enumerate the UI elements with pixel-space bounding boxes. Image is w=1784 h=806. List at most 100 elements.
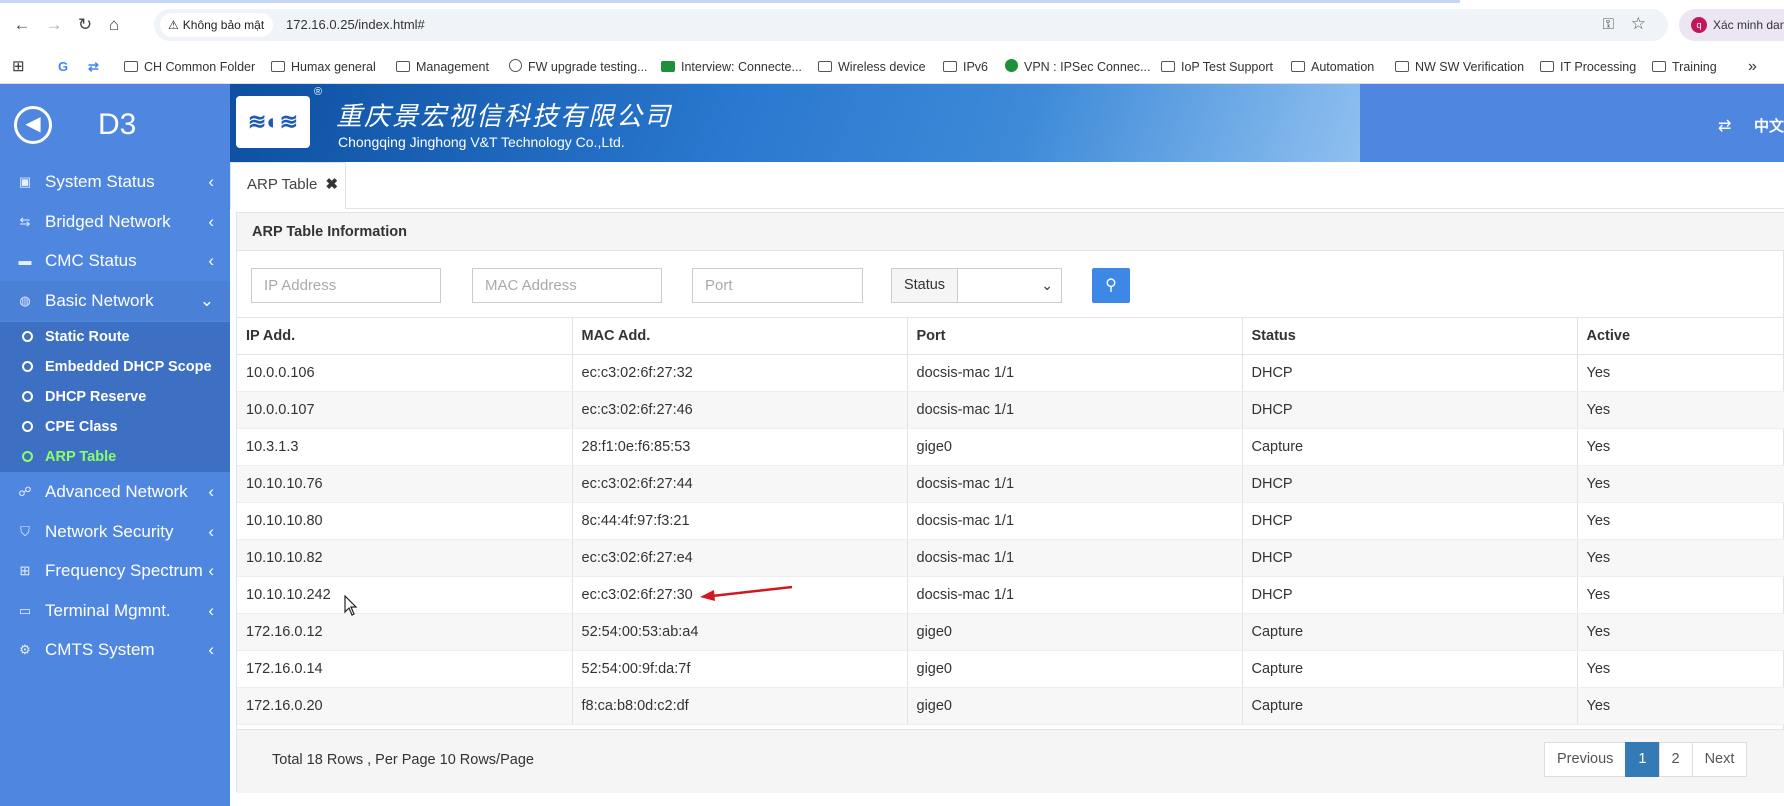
- column-header-ip[interactable]: IP Add.: [237, 317, 573, 355]
- menu-system-status[interactable]: ▣ System Status ‹: [0, 162, 230, 202]
- panel-title: ARP Table Information: [237, 213, 1784, 251]
- table-row[interactable]: 10.10.10.76 ec:c3:02:6f:27:44 docsis-mac 1…: [237, 465, 1784, 503]
- folder-icon: [1291, 61, 1305, 72]
- search-icon: ⚲: [1105, 277, 1117, 294]
- folder-icon: [1652, 61, 1666, 72]
- submenu-embedded-dhcp-scope[interactable]: Embedded DHCP Scope: [0, 352, 230, 382]
- circle-icon: [22, 361, 33, 372]
- bookmark-humax[interactable]: Humax general: [271, 56, 376, 78]
- profile-chip[interactable]: q Xác minh danh: [1679, 9, 1784, 41]
- table-row[interactable]: 10.10.10.242 ec:c3:02:6f:27:30 docsis-mac …: [237, 576, 1784, 614]
- back-arrow-icon[interactable]: ←: [10, 13, 34, 37]
- submenu-cpe-class[interactable]: CPE Class: [0, 412, 230, 442]
- column-header-mac[interactable]: MAC Add.: [572, 317, 908, 355]
- circle-icon: [22, 331, 33, 342]
- table-row[interactable]: 10.3.1.3 28:f1:0e:f6:85:53 gige0 Capture Yes: [237, 428, 1784, 466]
- table-row[interactable]: 10.10.10.82 ec:c3:02:6f:27:e4 docsis-mac 1…: [237, 539, 1784, 577]
- translate-icon[interactable]: ⇄: [88, 56, 108, 78]
- google-icon[interactable]: G: [58, 56, 78, 78]
- table-header-row: IP Add. MAC Add. Port Status Active: [237, 317, 1784, 355]
- company-banner: ≋◐≋ ® 重庆景宏视信科技有限公司 Chongqing Jinghong V&…: [230, 84, 1360, 162]
- menu-frequency-spectrum[interactable]: ⊞ Frequency Spectrum ‹: [0, 551, 230, 591]
- menu-advanced-network[interactable]: ☍ Advanced Network ‹: [0, 472, 230, 512]
- table-row[interactable]: 10.0.0.107 ec:c3:02:6f:27:46 docsis-mac 1/…: [237, 391, 1784, 429]
- menu-basic-network[interactable]: ◍ Basic Network ⌄: [0, 281, 230, 321]
- apps-grid-icon[interactable]: ⊞: [12, 56, 25, 78]
- chevron-left-icon: ‹: [208, 172, 214, 191]
- home-icon[interactable]: ⌂: [102, 13, 126, 37]
- laptop-icon: ▭: [18, 603, 32, 618]
- column-header-port[interactable]: Port: [907, 317, 1243, 355]
- folder-icon: [818, 61, 832, 72]
- tab-bar: ARP Table ✖: [230, 162, 1784, 209]
- menu-bridged-network[interactable]: ⇆ Bridged Network ‹: [0, 202, 230, 242]
- bookmark-ipv6[interactable]: IPv6: [943, 56, 988, 78]
- table-row[interactable]: 172.16.0.14 52:54:00:9f:da:7f gige0 Capture…: [237, 650, 1784, 688]
- annotation-arrow-icon: [700, 585, 793, 601]
- ip-address-input[interactable]: [251, 268, 441, 303]
- submenu-arp-table[interactable]: ARP Table: [0, 442, 230, 472]
- more-bookmarks-icon[interactable]: »: [1748, 56, 1757, 78]
- bookmark-training[interactable]: Training: [1652, 56, 1717, 78]
- globe-icon: ◍: [19, 293, 31, 308]
- url-text[interactable]: 172.16.0.25/index.html#: [286, 17, 425, 32]
- bookmark-interview[interactable]: Interview: Connecte...: [661, 56, 802, 78]
- close-icon[interactable]: ✖: [326, 176, 339, 193]
- submenu-dhcp-reserve[interactable]: DHCP Reserve: [0, 382, 230, 412]
- bookmark-ch-common[interactable]: CH Common Folder: [124, 56, 255, 78]
- menu-cmc-status[interactable]: ▬ CMC Status ‹: [0, 241, 230, 281]
- circle-icon: [22, 391, 33, 402]
- bookmark-automation[interactable]: Automation: [1291, 56, 1374, 78]
- search-button[interactable]: ⚲: [1092, 268, 1130, 303]
- bookmark-it-processing[interactable]: IT Processing: [1540, 56, 1636, 78]
- submenu-static-route[interactable]: Static Route: [0, 322, 230, 352]
- address-bar[interactable]: ⚠ Không bảo mật 172.16.0.25/index.html# ⚿…: [154, 9, 1668, 41]
- mac-address-input[interactable]: [472, 268, 662, 303]
- menu-network-security[interactable]: ⛉ Network Security ‹: [0, 512, 230, 552]
- star-icon[interactable]: ☆: [1631, 14, 1646, 34]
- tab-arp-table[interactable]: ARP Table ✖: [230, 162, 346, 209]
- forward-arrow-icon[interactable]: →: [42, 13, 66, 37]
- status-label: Status: [892, 269, 958, 302]
- sheet-icon: [661, 61, 675, 72]
- arp-panel: ARP Table Information Status ⌄ ⚲ IP Add.…: [236, 212, 1784, 793]
- bookmark-vpn[interactable]: VPN : IPSec Connec...: [1005, 56, 1150, 78]
- folder-icon: [124, 61, 138, 72]
- page-1-button[interactable]: 1: [1625, 742, 1660, 777]
- security-indicator[interactable]: ⚠ Không bảo mật: [160, 13, 274, 37]
- next-page-button[interactable]: Next: [1691, 742, 1748, 777]
- column-header-status[interactable]: Status: [1242, 317, 1578, 355]
- reload-icon[interactable]: ↻: [73, 13, 97, 37]
- basic-network-submenu: Static Route Embedded DHCP Scope DHCP Re…: [0, 322, 230, 472]
- table-row[interactable]: 10.10.10.80 8c:44:4f:97:f3:21 docsis-mac 1…: [237, 502, 1784, 540]
- mouse-cursor-icon: [344, 595, 358, 616]
- previous-page-button[interactable]: Previous: [1544, 742, 1627, 777]
- company-name-en: Chongqing Jinghong V&T Technology Co.,Lt…: [338, 134, 625, 150]
- column-header-active[interactable]: Active: [1577, 317, 1784, 355]
- bookmark-wireless[interactable]: Wireless device: [818, 56, 926, 78]
- spectrum-icon: ⊞: [19, 563, 31, 578]
- page-2-button[interactable]: 2: [1658, 742, 1693, 777]
- bookmark-management[interactable]: Management: [396, 56, 489, 78]
- status-select[interactable]: ⌄: [958, 269, 1061, 302]
- back-circle-icon[interactable]: ◀: [14, 106, 52, 144]
- globe-icon: [509, 59, 522, 72]
- company-name-cn: 重庆景宏视信科技有限公司: [336, 102, 673, 132]
- port-input[interactable]: [692, 268, 863, 303]
- table-row[interactable]: 172.16.0.12 52:54:00:53:ab:a4 gige0 Capture…: [237, 613, 1784, 651]
- bookmark-iop[interactable]: IoP Test Support: [1161, 56, 1273, 78]
- menu-cmts-system[interactable]: ⚙ CMTS System ‹: [0, 630, 230, 670]
- folder-icon: [1540, 61, 1554, 72]
- monitor-icon: ▣: [18, 174, 32, 189]
- bookmarks-bar: ⊞ G ⇄ CH Common Folder Humax general Man…: [0, 50, 1784, 84]
- folder-icon: [396, 61, 410, 72]
- table-row[interactable]: 172.16.0.20 f8:ca:b8:0d:c2:df gige0 Capture…: [237, 687, 1784, 725]
- language-switch[interactable]: 中文: [1754, 115, 1784, 136]
- sidebar: ▣ System Status ‹ ⇆ Bridged Network ‹ ▬ CMC S…: [0, 162, 230, 806]
- refresh-icon[interactable]: ⇄: [1718, 116, 1731, 136]
- key-icon[interactable]: ⚿: [1603, 16, 1614, 33]
- menu-terminal-mgmnt[interactable]: ▭ Terminal Mgmnt. ‹: [0, 591, 230, 631]
- bookmark-fw-upgrade[interactable]: FW upgrade testing...: [509, 56, 648, 78]
- table-row[interactable]: 10.0.0.106 ec:c3:02:6f:27:32 docsis-mac 1/…: [237, 354, 1784, 392]
- bookmark-nw-sw[interactable]: NW SW Verification: [1395, 56, 1524, 78]
